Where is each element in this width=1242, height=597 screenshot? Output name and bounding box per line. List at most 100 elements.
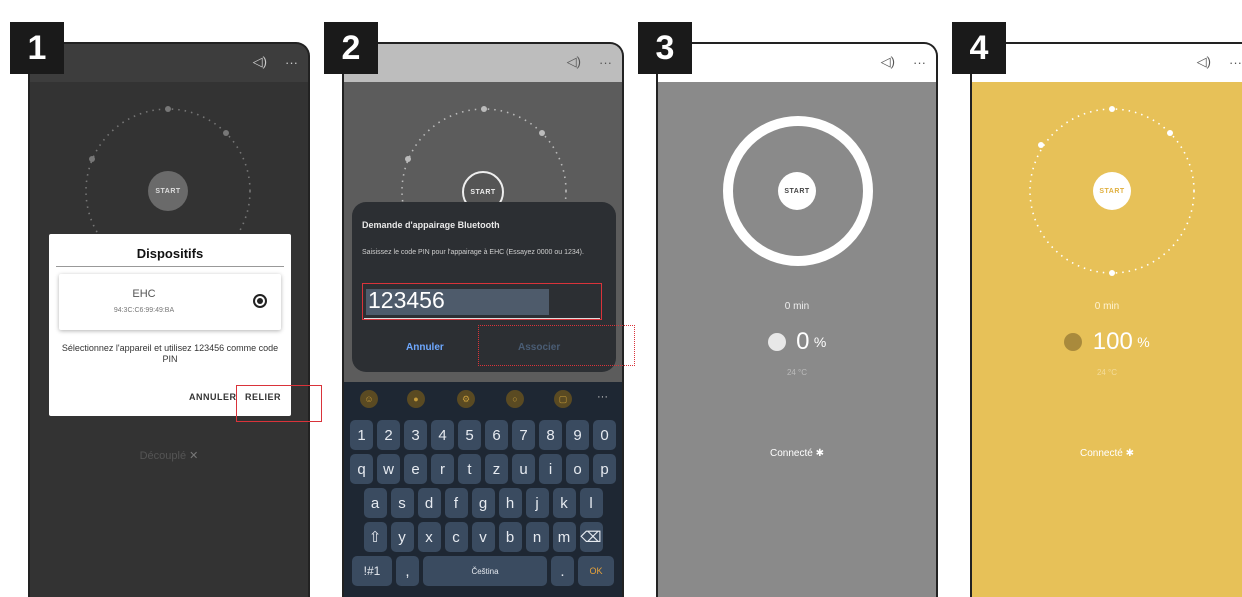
clipboard-icon[interactable]: ▢ <box>554 390 572 408</box>
time-label: 0 min <box>1094 301 1120 312</box>
keyboard-key[interactable]: s <box>390 488 414 518</box>
keyboard-key[interactable]: m <box>552 522 576 552</box>
keyboard-key[interactable]: b <box>498 522 522 552</box>
keyboard-row: asdfghjkl <box>344 488 622 518</box>
level-percent: 0 <box>796 328 810 355</box>
level-row: 0 % <box>658 328 936 356</box>
keyboard-key[interactable]: j <box>525 488 549 518</box>
level-row: 100 % <box>972 328 1242 356</box>
settings-icon[interactable]: ⚙ <box>457 390 475 408</box>
top-bar: ◁) ··· <box>344 44 622 82</box>
keyboard-key[interactable]: 1 <box>350 420 373 450</box>
connection-status: Connecté ✱ <box>658 448 936 459</box>
step-badge-3: 3 <box>638 22 692 74</box>
keyboard-key[interactable]: 3 <box>404 420 427 450</box>
step-badge-1: 1 <box>10 22 64 74</box>
keyboard-key[interactable]: ⇧ <box>363 522 387 552</box>
level-indicator-icon <box>1064 333 1083 351</box>
keyboard-key[interactable]: z <box>485 454 508 484</box>
cancel-button[interactable]: ANNULER <box>189 392 237 402</box>
symbols-key[interactable]: !#1 <box>352 556 392 586</box>
start-button[interactable]: START <box>1093 172 1131 210</box>
keyboard-key[interactable]: g <box>471 488 495 518</box>
period-key[interactable]: . <box>551 556 574 586</box>
keyboard-key[interactable]: 0 <box>593 420 616 450</box>
dialog-message: Sélectionnez l'appareil et utilisez 1234… <box>61 343 279 364</box>
keyboard-key[interactable]: 7 <box>512 420 535 450</box>
keyboard-key[interactable]: f <box>444 488 468 518</box>
dialog-text: Saisissez le code PIN pour l'appairage à… <box>362 249 584 256</box>
keyboard-key[interactable]: 5 <box>458 420 481 450</box>
cancel-button[interactable]: Annuler <box>406 342 444 353</box>
keyboard: ☺ ● ⚙ ○ ▢ ··· 1234567890 qwertzuiop asdf… <box>344 382 622 597</box>
level-unit: % <box>1137 334 1150 350</box>
keyboard-key[interactable]: 6 <box>485 420 508 450</box>
keyboard-key[interactable]: t <box>458 454 481 484</box>
keyboard-key[interactable]: 4 <box>431 420 454 450</box>
level-indicator-icon <box>767 333 786 351</box>
keyboard-key[interactable]: p <box>593 454 616 484</box>
sound-icon[interactable]: ◁) <box>567 54 581 70</box>
keyboard-key[interactable]: x <box>417 522 441 552</box>
emoji-icon[interactable]: ☺ <box>360 390 378 408</box>
start-button[interactable]: START <box>148 171 188 211</box>
status-label: Connecté <box>1080 448 1123 459</box>
keyboard-key[interactable]: e <box>404 454 427 484</box>
keyboard-key[interactable]: l <box>579 488 603 518</box>
sound-icon[interactable]: ◁) <box>1197 54 1211 70</box>
space-key[interactable]: Čeština <box>423 556 547 586</box>
keyboard-key[interactable]: o <box>566 454 589 484</box>
highlight-associer <box>478 325 635 366</box>
keyboard-key[interactable]: n <box>525 522 549 552</box>
step-badge-2: 2 <box>324 22 378 74</box>
keyboard-key[interactable]: h <box>498 488 522 518</box>
screen-4: ◁) ··· START 0 min 100 % 24 °C Connecté … <box>970 42 1242 597</box>
screen-1: ◁) ··· START Dispositifs EHC 94:3C:C6:99… <box>28 42 310 597</box>
menu-icon[interactable]: ··· <box>599 55 612 70</box>
keyboard-key[interactable]: d <box>417 488 441 518</box>
keyboard-key[interactable]: 9 <box>566 420 589 450</box>
keyboard-key[interactable]: w <box>377 454 400 484</box>
menu-icon[interactable]: ··· <box>285 55 298 70</box>
search-icon[interactable]: ○ <box>506 390 524 408</box>
top-bar: ◁) ··· <box>972 44 1242 82</box>
device-radio[interactable] <box>253 294 267 308</box>
keyboard-key[interactable]: k <box>552 488 576 518</box>
sound-icon[interactable]: ◁) <box>253 54 267 70</box>
keyboard-row: ⇧ y x c v b n m ⌫ <box>344 522 622 552</box>
menu-icon[interactable]: ··· <box>913 55 926 70</box>
keyboard-key[interactable]: 8 <box>539 420 562 450</box>
keyboard-key[interactable]: y <box>390 522 414 552</box>
keyboard-key[interactable]: c <box>444 522 468 552</box>
keyboard-key[interactable]: a <box>363 488 387 518</box>
keyboard-key[interactable]: v <box>471 522 495 552</box>
connection-status: Découplé ✕ <box>30 449 308 462</box>
comma-key[interactable]: , <box>396 556 419 586</box>
keyboard-key[interactable]: i <box>539 454 562 484</box>
top-bar: ◁) ··· <box>658 44 936 82</box>
keyboard-key[interactable]: q <box>350 454 373 484</box>
highlight-relier <box>236 385 322 422</box>
highlight-pin <box>362 283 602 320</box>
start-button[interactable]: START <box>778 172 816 210</box>
keyboard-key[interactable]: ⌫ <box>579 522 603 552</box>
temperature-label: 24 °C <box>1096 368 1118 377</box>
menu-icon[interactable]: ··· <box>1229 55 1242 70</box>
device-name: EHC <box>132 288 156 300</box>
keyboard-row: qwertzuiop <box>344 454 622 484</box>
divider <box>56 266 284 267</box>
device-item[interactable]: EHC 94:3C:C6:99:49:BA <box>59 274 281 330</box>
step-badge-4: 4 <box>952 22 1006 74</box>
ok-key[interactable]: OK <box>578 556 614 586</box>
sound-icon[interactable]: ◁) <box>881 54 895 70</box>
top-bar: ◁) ··· <box>30 44 308 82</box>
more-icon[interactable]: ··· <box>597 391 608 403</box>
device-mac: 94:3C:C6:99:49:BA <box>113 307 175 314</box>
keyboard-key[interactable]: 2 <box>377 420 400 450</box>
keyboard-key[interactable]: r <box>431 454 454 484</box>
bluetooth-disabled-icon: ✕ <box>189 450 199 462</box>
mic-icon[interactable]: ● <box>407 390 425 408</box>
status-label: Découplé <box>139 450 187 462</box>
keyboard-key[interactable]: u <box>512 454 535 484</box>
time-label: 0 min <box>784 301 810 312</box>
